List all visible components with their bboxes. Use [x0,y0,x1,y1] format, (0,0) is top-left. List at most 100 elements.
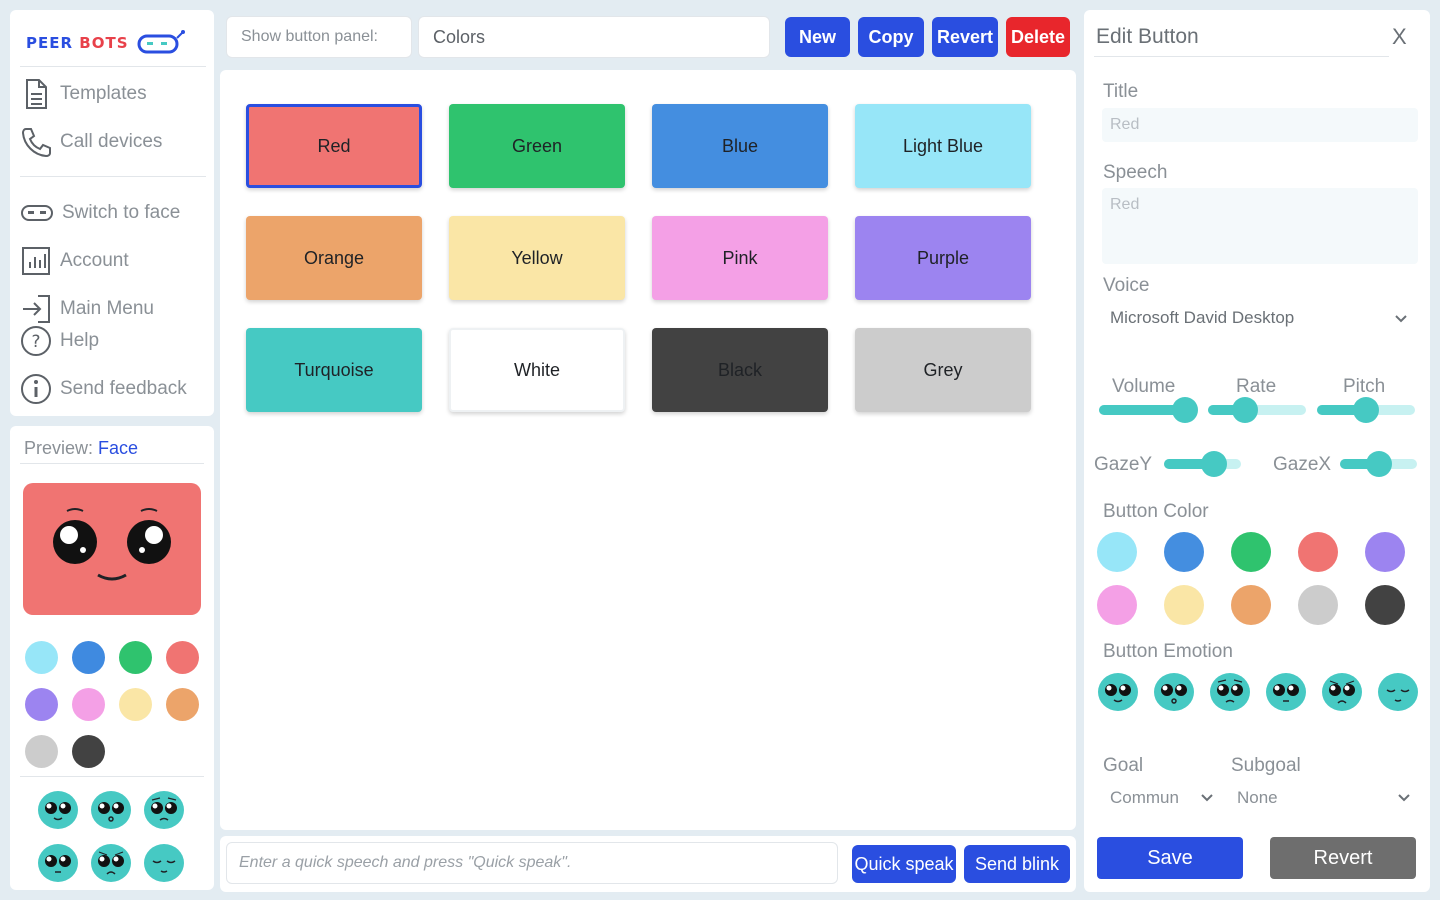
slider-handle[interactable] [1172,397,1199,423]
preview-color-swatch[interactable] [119,688,152,721]
color-button-purple[interactable]: Purple [855,216,1031,300]
voice-value: Microsoft David Desktop [1110,308,1295,327]
color-button-grey[interactable]: Grey [855,328,1031,412]
revert-button[interactable]: Revert [932,17,998,57]
preview-color-swatch[interactable] [72,735,105,768]
button-color-swatch[interactable] [1298,585,1338,625]
rate-slider[interactable] [1208,397,1306,423]
copy-button[interactable]: Copy [858,17,924,57]
sidebar-item-account[interactable]: Account [20,245,129,277]
emotion-happy-icon[interactable] [37,790,79,830]
document-icon [26,79,47,109]
voice-select[interactable]: Microsoft David Desktop [1102,303,1418,339]
button-panel-select[interactable]: Colors [418,16,770,58]
new-button[interactable]: New [785,17,850,57]
preview-color-swatch[interactable] [119,641,152,674]
subgoal-label: Subgoal [1231,755,1301,776]
sidebar-item-templates[interactable]: Templates [20,78,147,110]
preview-color-swatch[interactable] [72,688,105,721]
button-emotion-sad-icon[interactable] [1321,672,1367,718]
button-color-swatch[interactable] [1298,532,1338,572]
button-panel-label: Show button panel: [226,16,412,58]
button-emotion-surprised-icon[interactable] [1153,672,1199,718]
button-color-swatch[interactable] [1097,585,1137,625]
button-color-swatch[interactable] [1164,585,1204,625]
info-circle-icon [21,374,51,404]
button-color-swatch[interactable] [1365,585,1405,625]
title-label: Title [1103,81,1139,102]
voice-label: Voice [1103,275,1150,296]
gazey-label: GazeY [1094,454,1153,475]
color-button-yellow[interactable]: Yellow [449,216,625,300]
phone-icon [21,128,51,158]
gazex-slider[interactable] [1340,451,1417,477]
button-color-swatch[interactable] [1164,532,1204,572]
color-button-pink[interactable]: Pink [652,216,828,300]
quick-speak-button[interactable]: Quick speak [852,845,956,883]
emotion-surprised-icon[interactable] [90,790,132,830]
title-input[interactable]: Red [1102,108,1418,142]
color-button-black[interactable]: Black [652,328,828,412]
exit-icon [23,295,50,323]
color-button-light-blue[interactable]: Light Blue [855,104,1031,188]
chevron-down-icon [1398,794,1410,802]
brand-name: PEER BOTS [26,34,129,52]
divider [20,463,204,464]
button-color-swatch[interactable] [1231,532,1271,572]
pitch-slider[interactable] [1317,397,1415,423]
emotion-sleepy-icon[interactable] [143,843,185,883]
face-mask-icon [21,205,53,221]
brand-logo[interactable]: PEER BOTS [26,30,185,56]
sidebar-item-help[interactable]: ? Help [20,325,99,357]
emotion-sad-icon[interactable] [90,843,132,883]
speech-label: Speech [1103,162,1168,183]
emotion-worried-icon[interactable] [143,790,185,830]
button-emotion-sleepy-icon[interactable] [1377,672,1423,718]
delete-button[interactable]: Delete [1006,17,1070,57]
divider [20,66,206,67]
sidebar-item-label: Help [60,330,100,351]
slider-handle[interactable] [1232,397,1259,423]
button-emotion-happy-icon[interactable] [1097,672,1143,718]
gazey-slider[interactable] [1164,451,1241,477]
slider-handle[interactable] [1353,397,1379,423]
sidebar-item-call-devices[interactable]: Call devices [20,126,162,158]
slider-handle[interactable] [1365,451,1392,477]
subgoal-select[interactable]: None [1229,782,1419,816]
preview-color-swatch[interactable] [166,641,199,674]
color-button-turquoise[interactable]: Turquoise [246,328,422,412]
preview-color-swatch[interactable] [25,688,58,721]
color-button-white[interactable]: White [449,328,625,412]
preview-color-swatch[interactable] [25,641,58,674]
close-icon[interactable]: X [1392,24,1407,50]
quick-speech-input[interactable] [226,842,838,884]
color-button-green[interactable]: Green [449,104,625,188]
button-color-swatch[interactable] [1231,585,1271,625]
button-color-swatch[interactable] [1365,532,1405,572]
preview-color-swatch[interactable] [72,641,105,674]
slider-handle[interactable] [1201,451,1228,477]
speech-input[interactable]: Red [1102,188,1418,264]
chevron-down-icon [1201,794,1213,802]
revert-edit-button[interactable]: Revert [1270,837,1416,879]
goal-select[interactable]: Commun [1102,782,1220,816]
preview-color-swatch[interactable] [166,688,199,721]
volume-slider[interactable] [1099,397,1199,423]
save-button[interactable]: Save [1097,837,1243,879]
send-blink-button[interactable]: Send blink [964,845,1070,883]
sidebar-item-label: Account [60,250,129,271]
button-emotion-neutral-icon[interactable] [1265,672,1311,718]
sidebar-item-switch-to-face[interactable]: Switch to face [20,197,180,229]
help-circle-icon: ? [21,326,51,356]
sidebar-item-main-menu[interactable]: Main Menu [20,293,154,325]
color-button-orange[interactable]: Orange [246,216,422,300]
color-button-blue[interactable]: Blue [652,104,828,188]
preview-mode-link[interactable]: Face [98,438,138,458]
sidebar: PEER BOTS Templates Call devices Switch … [10,10,214,416]
button-emotion-worried-icon[interactable] [1209,672,1255,718]
color-button-red[interactable]: Red [246,104,422,188]
emotion-neutral-icon[interactable] [37,843,79,883]
sidebar-item-send-feedback[interactable]: Send feedback [20,373,187,405]
preview-color-swatch[interactable] [25,735,58,768]
button-color-swatch[interactable] [1097,532,1137,572]
